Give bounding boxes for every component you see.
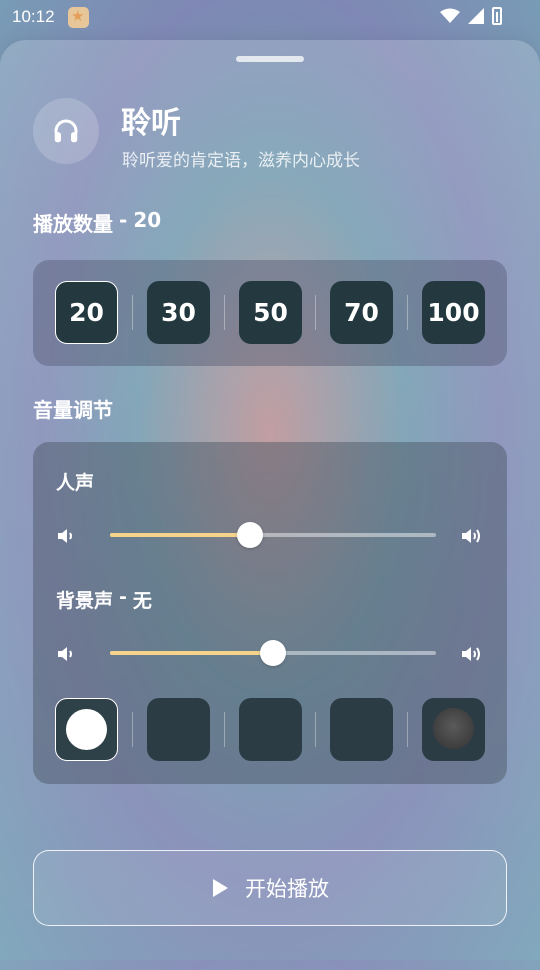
background-sound-label: 背景声: [56, 590, 114, 612]
voice-volume-fill: [110, 533, 251, 537]
voice-label-text: 人声: [56, 472, 95, 494]
battery-icon: [492, 7, 502, 25]
play-count-label: 播放数量: [33, 212, 113, 236]
voice-volume-slider[interactable]: [110, 522, 436, 548]
voice-volume-thumb[interactable]: [237, 522, 264, 548]
background-sound-title: 背景声 - 无: [56, 586, 152, 613]
divider: [132, 295, 133, 330]
headphones-icon: [54, 119, 78, 143]
play-count-value: 20: [133, 208, 162, 232]
volume-high-icon[interactable]: [459, 642, 483, 666]
background-option-2[interactable]: [147, 698, 210, 761]
play-count-selector: 20 30 50 70 100: [33, 260, 507, 366]
divider: [132, 712, 133, 747]
count-option-100[interactable]: 100: [422, 281, 485, 344]
background-volume-slider-row: [55, 638, 485, 668]
count-option-70[interactable]: 70: [330, 281, 393, 344]
divider: [224, 712, 225, 747]
divider: [224, 295, 225, 330]
page-title: 聆听: [121, 106, 181, 141]
status-time: 10:12: [12, 7, 55, 26]
divider: [315, 712, 316, 747]
sheet-drag-handle[interactable]: [236, 56, 304, 62]
background-option-5[interactable]: [422, 698, 485, 761]
volume-high-icon[interactable]: [459, 524, 483, 548]
background-volume-fill: [110, 651, 273, 655]
count-option-50[interactable]: 50: [239, 281, 302, 344]
voice-label: 人声: [56, 468, 94, 495]
status-icons: [440, 7, 502, 25]
background-thumbnail: [433, 708, 474, 749]
background-option-4[interactable]: [330, 698, 393, 761]
divider: [407, 295, 408, 330]
divider: [315, 295, 316, 330]
app-notification-icon: [68, 7, 89, 28]
volume-low-icon[interactable]: [55, 524, 79, 548]
volume-card: 人声 背景声 - 无: [33, 442, 507, 784]
count-option-30[interactable]: 30: [147, 281, 210, 344]
voice-volume-slider-row: [55, 520, 485, 550]
play-count-separator: -: [119, 208, 128, 232]
none-option-icon: [66, 709, 107, 750]
status-bar: 10:12: [0, 0, 540, 36]
background-sound-separator: -: [119, 586, 127, 608]
volume-section-title: 音量调节: [33, 394, 113, 423]
divider: [407, 712, 408, 747]
header-icon-circle: [33, 98, 99, 164]
start-playback-button[interactable]: 开始播放: [33, 850, 507, 926]
play-count-title: 播放数量 - 20: [33, 208, 161, 237]
volume-title-text: 音量调节: [33, 398, 113, 422]
background-sound-selected: 无: [132, 590, 152, 612]
start-playback-label: 开始播放: [245, 877, 329, 901]
play-icon: [213, 879, 228, 897]
background-option-3[interactable]: [239, 698, 302, 761]
count-option-20[interactable]: 20: [55, 281, 118, 344]
volume-low-icon[interactable]: [55, 642, 79, 666]
background-volume-thumb[interactable]: [260, 640, 286, 666]
background-option-none[interactable]: [55, 698, 118, 761]
background-volume-slider[interactable]: [110, 640, 436, 666]
page-subtitle: 聆听爱的肯定语，滋养内心成长: [122, 151, 360, 171]
wifi-icon: [440, 8, 460, 23]
signal-icon: [468, 8, 484, 24]
